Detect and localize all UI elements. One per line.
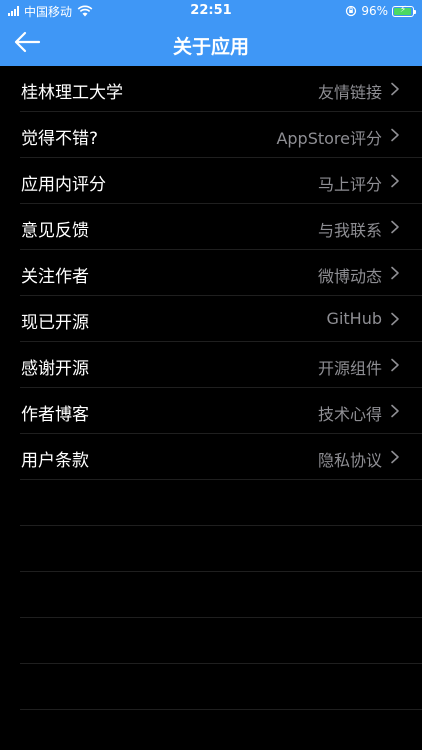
row-detail: 微博动态 [317,267,382,286]
status-right: 96% ⚡ [345,3,416,19]
row-label: 意见反馈 [21,221,89,241]
empty-row [0,664,422,710]
empty-row [0,526,422,572]
battery-icon: ⚡ [392,4,416,17]
chevron-right-icon [391,404,399,418]
chevron-right-icon [391,220,399,234]
row-detail: 技术心得 [317,405,382,424]
row-detail: 与我联系 [317,221,382,240]
row-label: 感谢开源 [21,359,89,379]
row-label: 觉得不错? [21,129,99,149]
chevron-right-icon [391,82,399,96]
row-detail: AppStore评分 [276,129,382,148]
row-detail: 马上评分 [317,175,382,194]
orientation-lock-icon [346,5,357,17]
row-feedback[interactable]: 意见反馈 与我联系 [0,204,422,250]
chevron-right-icon [391,358,399,372]
charging-bolt-icon: ⚡ [399,4,407,15]
row-label: 桂林理工大学 [21,83,123,103]
chevron-right-icon [391,266,399,280]
row-follow-author[interactable]: 关注作者 微博动态 [0,250,422,296]
row-detail: 隐私协议 [317,451,382,470]
row-acknowledgements[interactable]: 感谢开源 开源组件 [0,342,422,388]
row-detail: GitHub [326,309,382,328]
row-label: 作者博客 [21,405,89,425]
navigation-bar: 关于应用 [0,22,422,66]
row-detail: 开源组件 [317,359,382,378]
row-open-source[interactable]: 现已开源 GitHub [0,296,422,342]
status-bar: 中国移动 22:51 96% ⚡ [0,0,422,22]
chevron-right-icon [391,450,399,464]
page-title: 关于应用 [172,36,249,58]
row-label: 用户条款 [21,451,89,471]
row-author-blog[interactable]: 作者博客 技术心得 [0,388,422,434]
row-label: 现已开源 [21,313,89,333]
settings-list: 桂林理工大学 友情链接 觉得不错? AppStore评分 应用内评分 马上评分 … [0,66,422,710]
row-user-terms[interactable]: 用户条款 隐私协议 [0,434,422,480]
chevron-right-icon [391,174,399,188]
row-in-app-rating[interactable]: 应用内评分 马上评分 [0,158,422,204]
empty-row [0,480,422,526]
row-label: 应用内评分 [21,175,106,195]
row-appstore-rating[interactable]: 觉得不错? AppStore评分 [0,112,422,158]
row-friend-link[interactable]: 桂林理工大学 友情链接 [0,66,422,112]
chevron-right-icon [391,128,399,142]
battery-percent: 96% [361,4,388,18]
empty-row [0,572,422,618]
row-detail: 友情链接 [317,83,382,102]
empty-row [0,618,422,664]
chevron-right-icon [391,312,399,326]
row-label: 关注作者 [21,267,89,287]
header: 中国移动 22:51 96% ⚡ 关于应用 [0,0,422,66]
